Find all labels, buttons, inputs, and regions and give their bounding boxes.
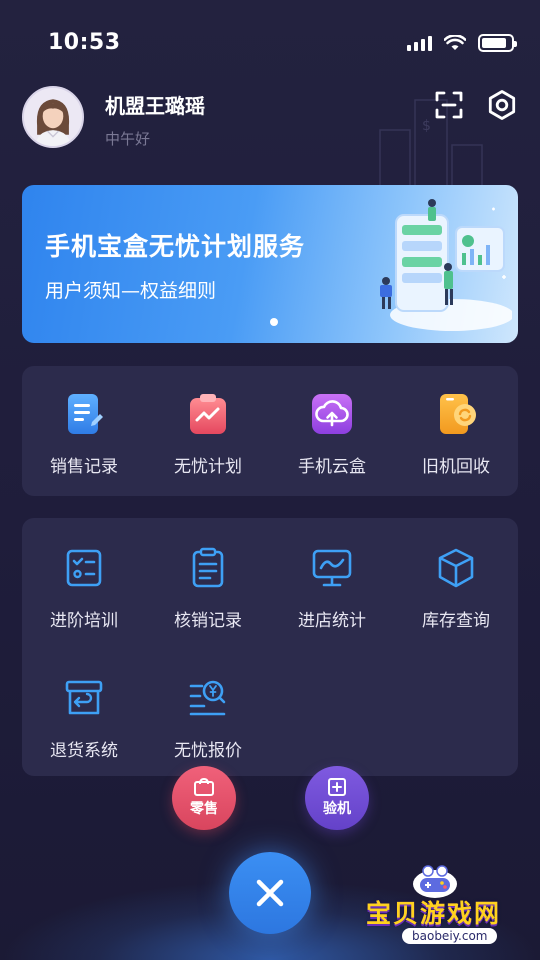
document-icon bbox=[68, 394, 103, 434]
menu-return-system[interactable]: 退货系统 bbox=[22, 676, 146, 776]
profile-header: 机盟王璐瑶 中午好 bbox=[22, 86, 522, 150]
menu-label: 核销记录 bbox=[174, 611, 242, 631]
wifi-icon bbox=[444, 35, 466, 50]
menu-label: 进店统计 bbox=[298, 611, 366, 631]
banner-page-indicator bbox=[270, 318, 278, 326]
menu-label: 无忧报价 bbox=[174, 741, 242, 761]
shopping-bag-icon bbox=[194, 778, 214, 796]
tools-menu-card: 进阶培训 核销记录 进店统计 库存查询 退货系统 无忧报价 bbox=[22, 518, 518, 776]
signal-icon bbox=[407, 35, 432, 51]
promo-banner[interactable]: 手机宝盒无忧计划服务 用户须知—权益细则 bbox=[22, 185, 518, 343]
menu-store-visit-stats[interactable]: 进店统计 bbox=[270, 546, 394, 646]
clipboard-list-icon bbox=[192, 547, 224, 588]
menu-inventory-query[interactable]: 库存查询 bbox=[394, 546, 518, 646]
monitor-chart-icon bbox=[312, 549, 352, 587]
menu-label: 库存查询 bbox=[422, 611, 490, 631]
user-name: 机盟王璐瑶 bbox=[105, 94, 205, 118]
cloud-upload-icon bbox=[312, 394, 352, 434]
menu-label: 旧机回收 bbox=[422, 457, 490, 477]
phone-check-button[interactable]: 验机 bbox=[305, 766, 369, 830]
menu-advanced-training[interactable]: 进阶培训 bbox=[22, 546, 146, 646]
watermark-url: baobeiy.com bbox=[402, 928, 498, 944]
status-time: 10:53 bbox=[48, 30, 121, 55]
return-box-icon bbox=[65, 680, 103, 715]
scan-icon[interactable] bbox=[434, 90, 464, 120]
plus-card-icon bbox=[328, 778, 346, 796]
menu-label: 进阶培训 bbox=[50, 611, 118, 631]
banner-title: 手机宝盒无忧计划服务 bbox=[45, 232, 306, 261]
battery-icon bbox=[478, 34, 517, 52]
watermark-brand: 宝贝游戏网 bbox=[366, 899, 502, 928]
menu-label: 退货系统 bbox=[50, 741, 118, 761]
close-menu-button[interactable] bbox=[229, 852, 311, 934]
menu-label: 无忧计划 bbox=[174, 457, 242, 477]
retail-button[interactable]: 零售 bbox=[172, 766, 236, 830]
menu-label: 销售记录 bbox=[50, 457, 118, 477]
menu-phone-cloud-box[interactable]: 手机云盒 bbox=[270, 392, 394, 492]
phone-recycle-icon bbox=[440, 394, 476, 434]
banner-subtitle[interactable]: 用户须知—权益细则 bbox=[45, 276, 216, 303]
menu-label: 手机云盒 bbox=[298, 457, 366, 477]
site-watermark: 宝贝游戏网 baobeiy.com bbox=[362, 862, 532, 952]
settings-gear-icon[interactable] bbox=[486, 89, 518, 121]
close-icon bbox=[256, 879, 284, 907]
menu-worry-free-plan[interactable]: 无忧计划 bbox=[146, 392, 270, 492]
avatar[interactable] bbox=[22, 86, 84, 148]
checklist-icon bbox=[66, 549, 102, 587]
quick-menu-card: 销售记录 无忧计划 手机云盒 旧机回收 bbox=[22, 366, 518, 496]
menu-worry-free-quote[interactable]: 无忧报价 bbox=[146, 676, 270, 776]
phone-check-label: 验机 bbox=[323, 801, 351, 817]
menu-old-phone-recycle[interactable]: 旧机回收 bbox=[394, 392, 518, 492]
box-icon bbox=[438, 548, 474, 588]
banner-illustration bbox=[380, 199, 512, 331]
menu-sales-records[interactable]: 销售记录 bbox=[22, 392, 146, 492]
status-bar: 10:53 bbox=[0, 0, 540, 84]
clipboard-chart-icon bbox=[190, 394, 226, 434]
menu-verification-records[interactable]: 核销记录 bbox=[146, 546, 270, 646]
retail-label: 零售 bbox=[190, 801, 218, 817]
greeting-text: 中午好 bbox=[105, 130, 151, 148]
price-search-icon bbox=[189, 680, 226, 716]
